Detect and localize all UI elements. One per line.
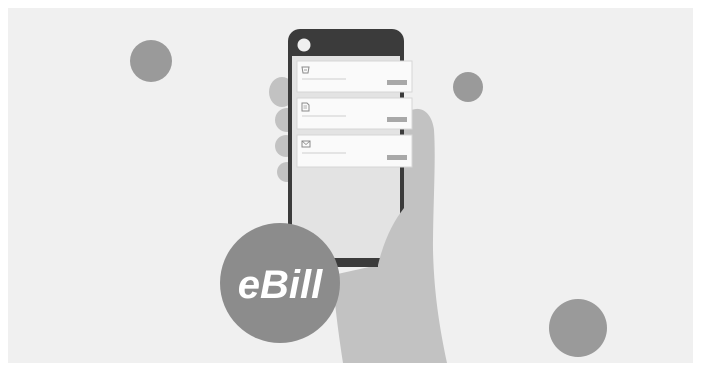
ebill-badge: eBill: [220, 223, 340, 343]
card-background: [296, 97, 413, 130]
card-background: [296, 60, 413, 93]
badge-label: eBill: [238, 263, 323, 307]
decorative-circle: [130, 40, 172, 82]
card: [296, 97, 413, 130]
ebill-illustration: eBill: [8, 8, 693, 364]
illustration-stage: eBill: [0, 0, 701, 369]
card: [296, 60, 413, 93]
card: [296, 134, 413, 168]
decorative-circle: [453, 72, 483, 102]
card-action-button: [387, 117, 407, 122]
card-action-button: [387, 80, 407, 85]
decorative-circle: [549, 299, 607, 357]
card-action-button: [387, 155, 407, 160]
card-background: [296, 134, 413, 168]
avatar-icon: [297, 38, 311, 52]
